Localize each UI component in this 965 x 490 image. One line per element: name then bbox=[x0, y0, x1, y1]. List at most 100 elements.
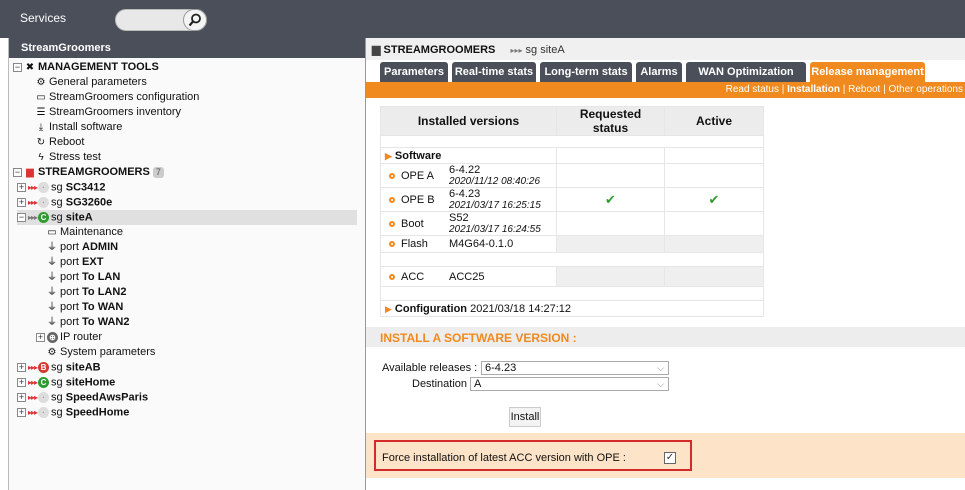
table-row: Boot S52 2021/03/17 16:24:55 bbox=[380, 211, 764, 236]
services-label: Services bbox=[20, 11, 67, 25]
search-button[interactable] bbox=[183, 9, 207, 31]
bullet-icon bbox=[389, 196, 395, 203]
tree-item-sg-speedawsparis[interactable]: + ▸▸▸ · sg SpeedAwsParis bbox=[17, 390, 148, 405]
tree-item-port-ext[interactable]: ⏚ port EXT bbox=[46, 255, 103, 270]
expand-icon[interactable]: + bbox=[17, 408, 26, 417]
tree-item-reboot[interactable]: ↻ Reboot bbox=[35, 135, 85, 150]
tab-parameters[interactable]: Parameters bbox=[380, 62, 448, 82]
port-icon: ⏚ bbox=[47, 316, 57, 328]
tree-item-ip-router[interactable]: + ⊕ IP router bbox=[36, 330, 102, 345]
expand-arrow-icon[interactable]: ▶ bbox=[385, 304, 392, 314]
expand-icon[interactable]: + bbox=[17, 378, 26, 387]
table-row: ACC ACC25 bbox=[380, 266, 764, 287]
status-dot-icon: · bbox=[38, 197, 50, 208]
tree-item-sg-speedhome[interactable]: + ▸▸▸ · sg SpeedHome bbox=[17, 405, 129, 420]
checkmark-icon: ✔ bbox=[556, 187, 665, 212]
tools-icon: ✖ bbox=[25, 61, 35, 73]
tree-item-system-parameters[interactable]: ⚙ System parameters bbox=[46, 345, 156, 360]
status-dot-icon: C bbox=[38, 377, 50, 388]
destination-select[interactable]: A ⌵ bbox=[470, 377, 669, 391]
bullet-icon bbox=[389, 273, 395, 280]
subnav-read-status[interactable]: Read status bbox=[726, 84, 779, 95]
search-icon bbox=[188, 13, 201, 27]
tree-item-port-to-wan[interactable]: ⏚ port To WAN bbox=[46, 300, 123, 315]
tab-alarms[interactable]: Alarms bbox=[636, 62, 682, 82]
tree-item-maintenance[interactable]: ▭ Maintenance bbox=[46, 225, 123, 240]
tree-item-sg-sitea[interactable]: − ▸▸▸ Csg siteA bbox=[17, 210, 357, 225]
expand-icon[interactable]: + bbox=[36, 332, 45, 342]
tree-item-streamgroomers[interactable]: − ▆ STREAMGROOMERS 7 bbox=[13, 165, 164, 180]
table-row: OPE A 6-4.22 2020/11/12 08:40:26 bbox=[380, 163, 764, 188]
tree-item-sg-sc3412[interactable]: + ▸▸▸ · sg SC3412 bbox=[17, 180, 106, 195]
highlight-box: Force installation of latest ACC version… bbox=[374, 440, 692, 471]
install-section-title: INSTALL A SOFTWARE VERSION : bbox=[366, 327, 965, 347]
tree-item-sg-sg3260e[interactable]: + ▸▸▸ · sg SG3260e bbox=[17, 195, 112, 210]
available-releases-label: Available releases : bbox=[382, 362, 478, 374]
collapse-icon[interactable]: − bbox=[13, 167, 22, 177]
list-icon: ☰ bbox=[36, 106, 46, 118]
table-row: OPE B 6-4.23 2021/03/17 16:25:15 ✔ ✔ bbox=[380, 187, 764, 212]
expand-icon[interactable]: + bbox=[17, 393, 26, 402]
link-arrows-icon: ▸▸▸ bbox=[510, 46, 523, 55]
tree-item-sg-configuration[interactable]: ▭ StreamGroomers configuration bbox=[35, 90, 199, 105]
parameters-icon: ⚙ bbox=[36, 76, 46, 88]
tree-item-general-parameters[interactable]: ⚙ General parameters bbox=[35, 75, 147, 90]
collapse-icon[interactable]: − bbox=[13, 62, 22, 72]
tree-item-management-tools[interactable]: − ✖ MANAGEMENT TOOLS bbox=[13, 60, 159, 75]
tree-item-stress-test[interactable]: ϟ Stress test bbox=[35, 150, 101, 165]
port-icon: ⏚ bbox=[47, 301, 57, 313]
tab-real-time-stats[interactable]: Real-time stats bbox=[452, 62, 536, 82]
folder-icon: ▆ bbox=[372, 44, 381, 56]
tree-item-port-admin[interactable]: ⏚ port ADMIN bbox=[46, 240, 118, 255]
reboot-icon: ↻ bbox=[36, 136, 46, 148]
available-releases-select[interactable]: 6-4.23 ⌵ bbox=[481, 361, 669, 375]
tab-long-term-stats[interactable]: Long-term stats bbox=[540, 62, 632, 82]
router-icon: ⊕ bbox=[47, 331, 58, 343]
expand-icon[interactable]: + bbox=[17, 183, 26, 192]
versions-table: Installed versions Requested status Acti… bbox=[380, 106, 764, 317]
link-arrows-icon: ▸▸▸ bbox=[28, 393, 38, 402]
left-panel-header: StreamGroomers bbox=[9, 38, 365, 58]
page-title: ▆ STREAMGROOMERS ▸▸▸ sg siteA bbox=[366, 38, 965, 60]
tab-wan-optimization[interactable]: WAN Optimization bbox=[686, 62, 806, 82]
link-arrows-icon: ▸▸▸ bbox=[28, 378, 38, 387]
collapse-icon[interactable]: − bbox=[17, 213, 26, 222]
terminal-icon: ▭ bbox=[36, 91, 46, 103]
tree-item-sg-siteab[interactable]: + ▸▸▸ Bsg siteAB bbox=[17, 360, 101, 375]
force-installation-checkbox[interactable]: ✓ bbox=[664, 452, 676, 464]
column-header: Installed versions bbox=[380, 106, 557, 136]
subnav-other-operations[interactable]: Other operations bbox=[889, 84, 964, 95]
subnav-reboot[interactable]: Reboot bbox=[848, 84, 880, 95]
tree-item-port-to-wan2[interactable]: ⏚ port To WAN2 bbox=[46, 315, 130, 330]
tab-release-management[interactable]: Release management bbox=[810, 62, 925, 82]
expand-icon[interactable]: + bbox=[17, 363, 26, 372]
terminal-icon: ▭ bbox=[47, 226, 57, 238]
expand-arrow-icon[interactable]: ▶ bbox=[385, 151, 392, 161]
bullet-icon bbox=[389, 172, 395, 179]
port-icon: ⏚ bbox=[47, 286, 57, 298]
tree-item-sg-inventory[interactable]: ☰ StreamGroomers inventory bbox=[35, 105, 182, 120]
chevron-down-icon: ⌵ bbox=[657, 363, 664, 373]
install-button[interactable]: Install bbox=[509, 407, 541, 427]
table-row-software: ▶ Software bbox=[380, 147, 764, 164]
port-icon: ⏚ bbox=[47, 256, 57, 268]
port-icon: ⏚ bbox=[47, 271, 57, 283]
tree-item-install-software[interactable]: ⤓ Install software bbox=[35, 120, 123, 135]
link-arrows-icon: ▸▸▸ bbox=[28, 363, 38, 372]
table-row: Flash M4G64-0.1.0 bbox=[380, 235, 764, 253]
expand-icon[interactable]: + bbox=[17, 198, 26, 207]
tree-item-sg-sitehome[interactable]: + ▸▸▸ Csg siteHome bbox=[17, 375, 115, 390]
bullet-icon bbox=[389, 241, 395, 248]
destination-label: Destination : bbox=[412, 378, 474, 390]
status-dot-icon: C bbox=[38, 212, 50, 223]
force-installation-label: Force installation of latest ACC version… bbox=[382, 452, 626, 464]
column-header: Active bbox=[664, 106, 764, 136]
install-icon: ⤓ bbox=[38, 121, 44, 133]
breadcrumb: ▸▸▸ sg siteA bbox=[510, 44, 565, 56]
tree-item-port-to-lan2[interactable]: ⏚ port To LAN2 bbox=[46, 285, 126, 300]
chevron-down-icon: ⌵ bbox=[657, 379, 664, 389]
left-panel: StreamGroomers − ✖ MANAGEMENT TOOLS ⚙ Gener… bbox=[8, 38, 366, 490]
subnav-installation[interactable]: Installation bbox=[787, 84, 840, 95]
tree-item-port-to-lan[interactable]: ⏚ port To LAN bbox=[46, 270, 120, 285]
link-arrows-icon: ▸▸▸ bbox=[28, 198, 38, 207]
